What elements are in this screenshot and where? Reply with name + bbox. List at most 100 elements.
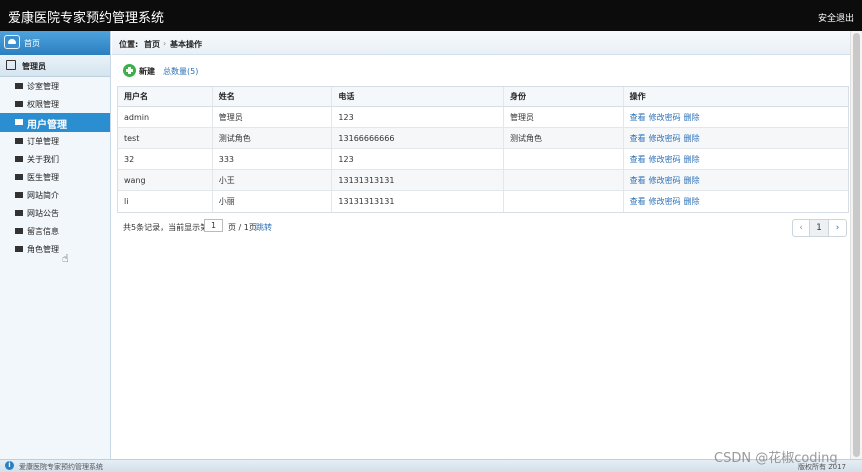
sidebar: 首页 管理员 诊室管理权限管理用户管理订单管理关于我们医生管理网站简介网站公告留…: [0, 31, 111, 459]
delete-link[interactable]: 删除: [684, 197, 700, 206]
list-icon: [15, 138, 23, 144]
table-row: admin 管理员 123 管理员 查看 修改密码 删除: [118, 107, 848, 128]
info-icon: i: [5, 461, 14, 470]
cell-name: 管理员: [213, 107, 333, 127]
watermark: CSDN @花椒coding: [714, 451, 838, 466]
list-icon: [15, 119, 23, 125]
sidebar-item-label: 留言信息: [27, 227, 59, 236]
current-page-button[interactable]: 1: [810, 220, 829, 236]
cell-role: 测试角色: [504, 128, 624, 148]
cell-username: li: [118, 191, 213, 212]
sidebar-item-label: 用户管理: [27, 120, 67, 131]
pager-summary: 共5条记录，当前显示第: [123, 223, 209, 232]
view-link[interactable]: 查看: [630, 113, 646, 122]
cell-username: wang: [118, 170, 213, 190]
next-page-button[interactable]: ›: [829, 220, 846, 236]
change-password-link[interactable]: 修改密码: [649, 176, 681, 185]
breadcrumb-prefix: 位置:: [119, 40, 139, 49]
cell-actions: 查看 修改密码 删除: [624, 170, 848, 190]
table-row: 32 333 123 查看 修改密码 删除: [118, 149, 848, 170]
sidebar-item-label: 诊室管理: [27, 82, 59, 91]
list-icon: [15, 192, 23, 198]
sidebar-item-label: 权限管理: [27, 100, 59, 109]
col-role: 身份: [504, 87, 624, 106]
vertical-scrollbar[interactable]: [850, 31, 862, 459]
cell-role: [504, 191, 624, 212]
cell-username: test: [118, 128, 213, 148]
view-link[interactable]: 查看: [630, 134, 646, 143]
sidebar-item-label: 医生管理: [27, 173, 59, 182]
delete-link[interactable]: 删除: [684, 155, 700, 164]
cell-actions: 查看 修改密码 删除: [624, 191, 848, 212]
breadcrumb-separator: ›: [163, 39, 167, 48]
cloud-home-icon: [4, 35, 20, 49]
sidebar-item[interactable]: 医生管理: [0, 168, 110, 186]
breadcrumb-home[interactable]: 首页: [144, 39, 160, 50]
sidebar-item-label: 角色管理: [27, 245, 59, 254]
sidebar-item[interactable]: 关于我们: [0, 150, 110, 168]
view-link[interactable]: 查看: [630, 176, 646, 185]
scrollbar-thumb[interactable]: [853, 33, 860, 457]
cell-phone: 13131313131: [332, 170, 504, 190]
new-button[interactable]: 新建: [139, 66, 155, 77]
sidebar-home[interactable]: 首页: [0, 31, 110, 55]
cell-actions: 查看 修改密码 删除: [624, 107, 848, 127]
delete-link[interactable]: 删除: [684, 134, 700, 143]
table-row: test 测试角色 13166666666 测试角色 查看 修改密码 删除: [118, 128, 848, 149]
breadcrumb: 位置: 首页 › 基本操作: [112, 31, 850, 55]
cell-username: admin: [118, 107, 213, 127]
pager-of-pages: 页 / 1页: [228, 223, 257, 232]
sidebar-item[interactable]: 用户管理: [0, 113, 110, 132]
list-icon: [15, 83, 23, 89]
users-table: 用户名 姓名 电话 身份 操作 admin 管理员 123 管理员 查看 修改密码 删除 te…: [117, 86, 849, 213]
table-row: li 小丽 13131313131 查看 修改密码 删除: [118, 191, 848, 212]
cell-username: 32: [118, 149, 213, 169]
logout-link[interactable]: 安全退出: [818, 11, 854, 24]
sidebar-item-label: 网站公告: [27, 209, 59, 218]
sidebar-item[interactable]: 诊室管理: [0, 77, 110, 95]
sidebar-group-label: 管理员: [22, 62, 46, 71]
footer-text: 爱康医院专家预约管理系统: [19, 463, 103, 471]
change-password-link[interactable]: 修改密码: [649, 113, 681, 122]
plus-circle-icon[interactable]: [123, 64, 136, 77]
sidebar-item[interactable]: 权限管理: [0, 95, 110, 113]
col-phone: 电话: [332, 87, 504, 106]
col-actions: 操作: [629, 92, 646, 101]
page-number-input[interactable]: 1: [204, 219, 223, 232]
list-icon: [15, 228, 23, 234]
delete-link[interactable]: 删除: [684, 113, 700, 122]
sidebar-item[interactable]: 角色管理: [0, 240, 110, 258]
change-password-link[interactable]: 修改密码: [649, 155, 681, 164]
cell-actions: 查看 修改密码 删除: [624, 149, 848, 169]
list-icon: [15, 174, 23, 180]
cell-name: 333: [213, 149, 333, 169]
pager-jump-link[interactable]: 跳转: [256, 222, 272, 233]
total-count: 总数量(5): [163, 67, 199, 76]
breadcrumb-current: 基本操作: [170, 40, 202, 49]
sidebar-item[interactable]: 留言信息: [0, 222, 110, 240]
sidebar-item[interactable]: 订单管理: [0, 132, 110, 150]
view-link[interactable]: 查看: [630, 155, 646, 164]
sidebar-home-label: 首页: [24, 39, 40, 48]
view-link[interactable]: 查看: [630, 197, 646, 206]
sidebar-item-label: 订单管理: [27, 137, 59, 146]
cursor-hand-icon: ☝: [62, 252, 69, 265]
cell-phone: 123: [332, 107, 504, 127]
list-icon: [15, 210, 23, 216]
cell-phone: 13166666666: [332, 128, 504, 148]
sidebar-item[interactable]: 网站公告: [0, 204, 110, 222]
sidebar-group-admin[interactable]: 管理员: [0, 55, 110, 77]
delete-link[interactable]: 删除: [684, 176, 700, 185]
list-icon: [15, 101, 23, 107]
cell-role: 管理员: [504, 107, 624, 127]
edit-icon: [6, 60, 16, 70]
prev-page-button[interactable]: ‹: [793, 220, 810, 236]
cell-name: 测试角色: [213, 128, 333, 148]
pager-buttons: ‹ 1 ›: [792, 219, 847, 237]
change-password-link[interactable]: 修改密码: [649, 197, 681, 206]
list-icon: [15, 246, 23, 252]
change-password-link[interactable]: 修改密码: [649, 134, 681, 143]
cell-name: 小丽: [213, 191, 333, 212]
sidebar-item[interactable]: 网站简介: [0, 186, 110, 204]
list-icon: [15, 156, 23, 162]
